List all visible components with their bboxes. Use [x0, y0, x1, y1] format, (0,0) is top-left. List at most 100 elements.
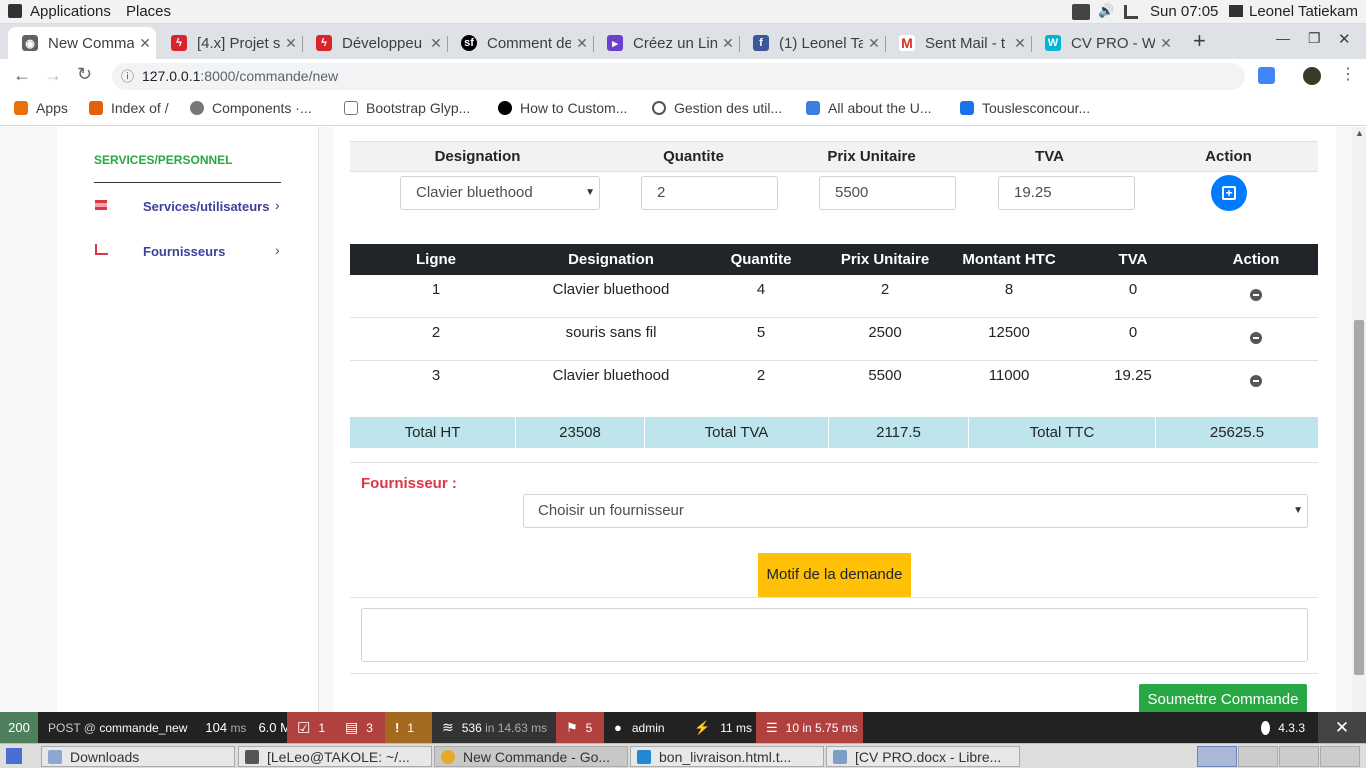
- security-panel[interactable]: ● admin: [604, 712, 684, 743]
- workspace-2[interactable]: [1238, 746, 1278, 767]
- tab-new-commande[interactable]: ◉ New Commande✕: [8, 27, 156, 59]
- bookmark-components[interactable]: Components ·...: [190, 100, 312, 116]
- activities-icon[interactable]: [8, 4, 22, 18]
- tab-cv-pro[interactable]: W CV PRO - W ✕: [1031, 27, 1177, 59]
- close-icon[interactable]: ✕: [717, 35, 739, 52]
- task-terminal[interactable]: [LeLeo@TAKOLE: ~/...: [238, 746, 432, 767]
- table-cell: 2: [756, 367, 766, 384]
- restore-button[interactable]: ❐: [1308, 30, 1321, 47]
- translations-panel[interactable]: ⚑ 5: [556, 712, 604, 743]
- url-bar[interactable]: ⓘ 127.0.0.1:8000/commande/new: [112, 63, 1245, 90]
- tab-favicon-icon: ▸: [607, 35, 623, 51]
- designation-select[interactable]: Clavier bluethood ▼: [400, 176, 600, 210]
- task-vscode[interactable]: bon_livraison.html.t...: [630, 746, 824, 767]
- add-line-button[interactable]: +: [1211, 175, 1247, 211]
- total-tva-value: 2117.5: [829, 417, 969, 448]
- window-close-button[interactable]: ✕: [1338, 30, 1351, 48]
- table-cell: 4: [756, 281, 766, 298]
- translate-icon[interactable]: [1258, 67, 1275, 84]
- remove-line-icon[interactable]: [1250, 375, 1262, 387]
- page-icon: [344, 101, 358, 115]
- warnings-panel[interactable]: ! 1: [385, 712, 432, 743]
- workspace-3[interactable]: [1279, 746, 1319, 767]
- totals-row: Total HT 23508 Total TVA 2117.5 Total TT…: [350, 417, 1318, 448]
- scroll-up-icon[interactable]: ▲: [1355, 128, 1364, 138]
- bookmark-how-to[interactable]: How to Custom...: [498, 100, 627, 116]
- ajax-panel[interactable]: ⚡ 11 ms: [684, 712, 756, 743]
- task-libreoffice[interactable]: [CV PRO.docx - Libre...: [826, 746, 1020, 767]
- remove-line-icon[interactable]: [1250, 289, 1262, 301]
- logs-panel[interactable]: ▤ 3: [335, 712, 385, 743]
- forms-panel[interactable]: ☑ 1: [287, 712, 335, 743]
- task-downloads[interactable]: Downloads: [41, 746, 235, 767]
- symfony-debug-toolbar: 200 POST @ commande_new 104 ms 6.0 MB ☑ 1…: [0, 712, 1366, 743]
- close-icon[interactable]: ✕: [1009, 35, 1031, 52]
- fournisseur-select[interactable]: Choisir un fournisseur ▼: [523, 494, 1308, 528]
- new-tab-button[interactable]: +: [1193, 28, 1206, 54]
- close-icon[interactable]: ✕: [134, 35, 156, 52]
- tva-input[interactable]: 19.25: [998, 176, 1135, 210]
- tab-comment[interactable]: sf Comment de ✕: [447, 27, 593, 59]
- back-button[interactable]: ←: [13, 65, 31, 86]
- symfony-version[interactable]: 4.3.3: [1251, 712, 1315, 743]
- document-icon: [833, 749, 847, 764]
- forward-button[interactable]: →: [44, 65, 62, 86]
- quantite-input[interactable]: 2: [641, 176, 778, 210]
- volume-icon[interactable]: 🔊: [1098, 3, 1114, 19]
- status-code-badge[interactable]: 200: [0, 712, 38, 743]
- divider: [350, 462, 1318, 463]
- facebook-icon: f: [753, 35, 769, 51]
- close-icon[interactable]: ✕: [1155, 35, 1177, 52]
- tab-projet[interactable]: ϟ [4.x] Projet s ✕: [157, 27, 302, 59]
- sidebar: SERVICES/PERSONNEL Services/utilisateurs…: [57, 127, 319, 712]
- close-icon[interactable]: ✕: [280, 35, 302, 52]
- symfony-icon: [498, 101, 512, 115]
- show-desktop-icon[interactable]: [6, 748, 22, 764]
- chrome-menu-icon[interactable]: ⋮: [1340, 64, 1356, 84]
- profile-avatar[interactable]: [1303, 67, 1321, 85]
- network-icon[interactable]: [1124, 5, 1138, 19]
- prix-input[interactable]: 5500: [819, 176, 956, 210]
- motif-header: Motif de la demande: [758, 553, 911, 597]
- request-panel[interactable]: POST @ commande_new 104 ms 6.0 MB: [38, 712, 300, 743]
- close-toolbar-button[interactable]: ✕: [1318, 712, 1366, 743]
- tab-gmail[interactable]: M Sent Mail - t ✕: [885, 27, 1031, 59]
- sidebar-item-services[interactable]: Services/utilisateurs ›: [94, 195, 284, 219]
- info-icon[interactable]: ⓘ: [121, 63, 134, 90]
- remove-line-icon[interactable]: [1250, 332, 1262, 344]
- scrollbar-thumb[interactable]: [1354, 320, 1364, 675]
- bookmark-icon: [89, 101, 103, 115]
- database-panel[interactable]: ☰ 10 in 5.75 ms: [756, 712, 863, 743]
- apps-grid-icon: [14, 101, 28, 115]
- places-menu[interactable]: Places: [126, 3, 171, 20]
- bookmark-tousles[interactable]: Touslesconcour...: [960, 100, 1090, 116]
- battery-icon[interactable]: [1072, 4, 1090, 20]
- bookmark-bootstrap[interactable]: Bootstrap Glyp...: [344, 100, 470, 116]
- minimize-button[interactable]: —: [1276, 30, 1290, 46]
- applications-menu[interactable]: Applications: [30, 3, 111, 20]
- tab-facebook[interactable]: f (1) Leonel Ta ✕: [739, 27, 885, 59]
- clock[interactable]: Sun 07:05: [1150, 3, 1218, 20]
- bookmark-gestion[interactable]: Gestion des util...: [652, 100, 782, 116]
- bookmark-all-about[interactable]: All about the U...: [806, 100, 932, 116]
- bookmark-index[interactable]: Index of /: [89, 100, 169, 116]
- motif-textarea[interactable]: [361, 608, 1308, 662]
- task-chrome[interactable]: New Commande - Go...: [434, 746, 628, 767]
- taskbar: Downloads [LeLeo@TAKOLE: ~/... New Comma…: [0, 743, 1366, 768]
- workspace-4[interactable]: [1320, 746, 1360, 767]
- sidebar-item-fournisseurs[interactable]: Fournisseurs ›: [94, 240, 284, 264]
- close-icon[interactable]: ✕: [571, 35, 593, 52]
- chevron-right-icon: ›: [275, 197, 280, 213]
- tab-creez[interactable]: ▸ Créez un Lin ✕: [593, 27, 739, 59]
- workspace-1[interactable]: [1197, 746, 1237, 767]
- tab-developpeur[interactable]: ϟ Développeu ✕: [302, 27, 447, 59]
- twig-panel[interactable]: ≋ 536 in 14.63 ms: [432, 712, 556, 743]
- close-icon[interactable]: ✕: [425, 35, 447, 52]
- tab-favicon-icon: ϟ: [171, 35, 187, 51]
- reload-button[interactable]: ↻: [77, 64, 92, 85]
- table-cell: 11000: [988, 367, 1030, 384]
- bookmark-apps[interactable]: Apps: [14, 100, 68, 116]
- close-icon[interactable]: ✕: [863, 35, 885, 52]
- user-menu[interactable]: Leonel Tatiekam: [1249, 3, 1358, 20]
- table-cell: 1: [431, 281, 441, 298]
